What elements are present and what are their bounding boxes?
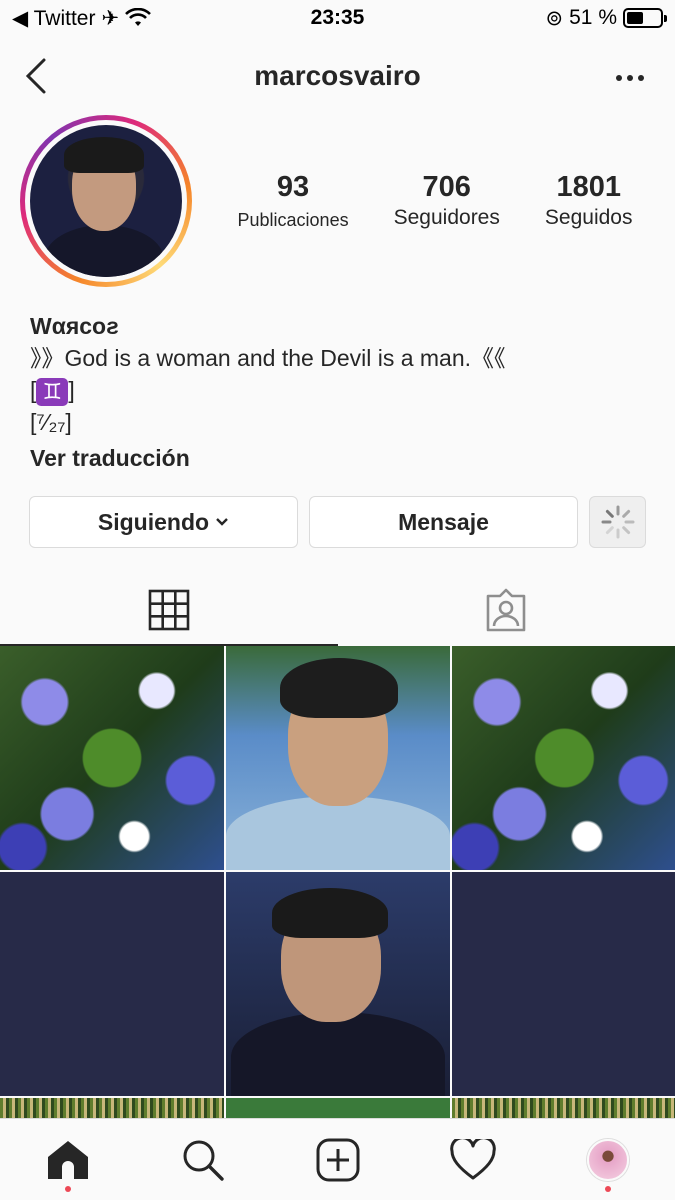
username-title: marcosvairo — [254, 60, 421, 91]
post-thumbnail[interactable] — [226, 872, 450, 1096]
followers-label: Seguidores — [393, 206, 500, 229]
back-to-app-link[interactable]: ◀ Twitter — [12, 6, 95, 31]
bio-line: [♊] — [30, 377, 75, 406]
following-label: Seguidos — [544, 206, 633, 229]
profile-tabs — [0, 574, 675, 646]
following-stat[interactable]: 1801 Seguidos — [545, 168, 633, 231]
airplane-icon: ✈ — [101, 6, 120, 30]
posts-label: Publicaciones — [237, 210, 349, 230]
see-translation-link[interactable]: Ver traducción — [30, 442, 650, 474]
nav-home[interactable] — [0, 1119, 135, 1200]
following-count: 1801 — [556, 171, 621, 203]
nav-activity[interactable] — [405, 1119, 540, 1200]
gemini-icon: ♊ — [36, 377, 69, 406]
rotation-lock-icon: ⊚ — [545, 6, 564, 30]
home-icon — [47, 1140, 88, 1179]
tagged-icon — [486, 588, 526, 632]
story-ring[interactable] — [20, 115, 192, 287]
post-thumbnail[interactable] — [0, 872, 224, 1096]
followers-count: 706 — [422, 171, 471, 203]
spinner-icon — [601, 505, 634, 539]
search-icon — [183, 1140, 224, 1181]
display-name: Wαяcoƨ — [30, 313, 119, 339]
post-thumbnail[interactable] — [226, 646, 450, 870]
status-bar: ◀ Twitter ✈ 23:35 ⊚ 51 % — [0, 0, 675, 36]
battery-level — [627, 12, 644, 24]
following-button-label: Siguiendo — [97, 508, 210, 535]
nav-add[interactable] — [270, 1119, 405, 1200]
grid-icon — [148, 589, 190, 631]
message-button[interactable]: Mensaje — [309, 496, 578, 548]
heart-icon — [449, 1138, 496, 1179]
nav-profile[interactable] — [540, 1119, 675, 1200]
posts-stat[interactable]: 93 Publicaciones — [238, 168, 349, 231]
post-thumbnail[interactable] — [452, 872, 675, 1096]
add-post-icon — [316, 1138, 359, 1181]
post-thumbnail[interactable] — [452, 646, 675, 870]
message-button-label: Mensaje — [398, 508, 489, 535]
bio-line: 》》God is a woman and the Devil is a man.… — [30, 345, 506, 371]
avatar — [30, 125, 182, 277]
followers-stat[interactable]: 706 Seguidores — [394, 168, 500, 231]
tab-grid[interactable] — [0, 574, 338, 646]
battery-percent: 51 % — [569, 6, 617, 29]
bio-line: [⁷⁄₂₇] — [30, 409, 72, 435]
chevron-down-icon — [216, 518, 228, 526]
post-thumbnail[interactable] — [226, 1098, 450, 1118]
tab-tagged[interactable] — [338, 574, 675, 646]
suggestions-button[interactable] — [589, 496, 646, 548]
chevron-left-icon[interactable] — [20, 56, 56, 96]
bottom-nav — [0, 1118, 675, 1200]
wifi-icon — [125, 8, 151, 26]
following-button[interactable]: Siguiendo — [29, 496, 298, 548]
post-thumbnail[interactable] — [0, 646, 224, 870]
posts-count: 93 — [276, 171, 310, 203]
notification-dot — [64, 1186, 71, 1192]
profile-header: marcosvairo — [0, 46, 675, 106]
posts-grid — [0, 646, 675, 1118]
more-icon[interactable] — [615, 74, 645, 82]
battery-icon — [623, 8, 667, 28]
post-thumbnail[interactable] — [452, 1098, 675, 1118]
nav-search[interactable] — [135, 1119, 270, 1200]
notification-dot — [604, 1186, 611, 1192]
profile-avatar-icon — [586, 1138, 629, 1181]
profile-bio: Wαяcoƨ 》》God is a woman and the Devil is… — [30, 310, 650, 474]
post-thumbnail[interactable] — [0, 1098, 224, 1118]
profile-stats: 93 Publicaciones 706 Seguidores 1801 Seg… — [215, 168, 655, 231]
